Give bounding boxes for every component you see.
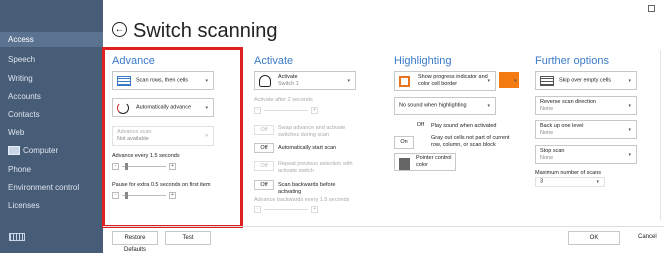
- back-arrow-icon[interactable]: ←: [112, 22, 127, 38]
- reverse-direction-text: Reverse scan direction None: [540, 99, 596, 113]
- sidebar: Access Speech Writing Accounts Contacts …: [0, 0, 103, 253]
- swap-switches-label: Swap advance and activate switches durin…: [278, 125, 346, 138]
- sidebar-item-accounts[interactable]: Accounts: [8, 92, 41, 101]
- sidebar-item-writing[interactable]: Writing: [8, 74, 33, 83]
- activate-switch-value: Switch 1: [278, 80, 299, 87]
- max-scans-label: Maximum number of scans: [535, 170, 602, 176]
- reverse-direction-dropdown[interactable]: Reverse scan direction None ▾: [535, 96, 637, 115]
- swap-switches-toggle[interactable]: Off: [254, 125, 274, 135]
- skip-empty-value: Skip over empty cells: [559, 77, 611, 83]
- activate-switch-label: Activate: [278, 73, 298, 80]
- pointer-color-label: Pointer control color: [416, 155, 452, 168]
- highlighting-section-title: Highlighting: [394, 55, 452, 67]
- activate-after-label: Activate after 2 seconds: [254, 97, 313, 103]
- stop-scan-value: None: [540, 154, 554, 161]
- chevron-down-icon: ▾: [487, 103, 490, 109]
- footer-divider: [103, 226, 664, 227]
- advance-backwards-label: Advance backwards every 1.5 seconds: [254, 197, 350, 203]
- sidebar-item-web[interactable]: Web: [8, 128, 24, 137]
- stop-scan-dropdown[interactable]: Stop scan None ▾: [535, 145, 637, 164]
- repeat-selection-toggle[interactable]: Off: [254, 161, 274, 171]
- chevron-down-icon: ▾: [628, 151, 631, 158]
- chevron-down-icon: ▾: [347, 77, 350, 84]
- sidebar-item-licenses[interactable]: Licenses: [8, 201, 40, 210]
- slider-track: [264, 110, 308, 111]
- skip-empty-dropdown[interactable]: Skip over empty cells ▾: [535, 71, 637, 90]
- sidebar-item-speech[interactable]: Speech: [8, 55, 35, 64]
- progress-indicator-dropdown[interactable]: Show progress indicator and color cell b…: [394, 71, 496, 91]
- back-up-level-label: Back up one level: [540, 122, 584, 129]
- chevron-down-icon: ▾: [628, 126, 631, 133]
- keyboard-icon[interactable]: [9, 233, 25, 241]
- max-scans-dropdown[interactable]: 3 ▾: [535, 177, 605, 187]
- border-color-icon: [399, 76, 410, 87]
- advance-highlight-box: [102, 47, 243, 228]
- highlight-sound-value: No sound when highlighting: [399, 102, 467, 109]
- activate-after-slider[interactable]: - +: [254, 107, 318, 114]
- increase-button[interactable]: +: [311, 107, 318, 114]
- page-title-text: Switch scanning: [133, 20, 278, 42]
- back-up-level-text: Back up one level None: [540, 123, 583, 137]
- auto-start-scan-label: Automatically start scan: [278, 145, 337, 151]
- sidebar-item-access[interactable]: Access: [0, 32, 103, 47]
- play-sound-toggle[interactable]: Off: [394, 121, 427, 131]
- scan-backwards-toggle[interactable]: Off: [254, 180, 274, 190]
- auto-start-scan-toggle[interactable]: Off: [254, 143, 274, 153]
- progress-indicator-value: Show progress indicator and color cell b…: [418, 74, 488, 87]
- highlight-sound-dropdown[interactable]: No sound when highlighting ▾: [394, 97, 496, 115]
- back-up-level-value: None: [540, 129, 554, 136]
- sidebar-item-computer[interactable]: Computer: [8, 146, 59, 156]
- decrease-button[interactable]: -: [254, 107, 261, 114]
- scrollbar-track[interactable]: [660, 50, 661, 220]
- page-title: ← Switch scanning: [112, 20, 278, 43]
- sidebar-item-environment-control[interactable]: Environment control: [8, 183, 79, 192]
- gray-out-label: Gray out cells not part of current row, …: [431, 135, 510, 148]
- activate-switch-text: Activate Switch 1: [278, 74, 299, 88]
- pointer-color-icon: [399, 158, 410, 170]
- sidebar-item-contacts[interactable]: Contacts: [8, 110, 40, 119]
- increase-button[interactable]: +: [311, 206, 318, 213]
- chevron-down-icon: ▾: [628, 77, 631, 84]
- repeat-selection-label: Repeat previous selection with activate …: [278, 161, 353, 174]
- sidebar-item-phone[interactable]: Phone: [8, 165, 31, 174]
- restore-window-icon[interactable]: [648, 5, 655, 12]
- skip-cells-icon: [540, 76, 554, 86]
- chevron-down-icon: ▾: [596, 179, 599, 185]
- restore-defaults-button[interactable]: Restore Defaults: [112, 231, 158, 253]
- test-button[interactable]: Test: [165, 231, 211, 245]
- decrease-button[interactable]: -: [254, 206, 261, 213]
- computer-icon: [8, 146, 20, 156]
- activate-section-title: Activate: [254, 55, 294, 67]
- pointer-color-dropdown[interactable]: Pointer control color: [394, 153, 456, 171]
- chevron-down-icon: ▾: [628, 102, 631, 109]
- chevron-down-icon: ▾: [487, 78, 490, 84]
- chevron-down-icon[interactable]: ▾: [514, 78, 517, 84]
- cancel-button[interactable]: Cancel: [638, 234, 657, 240]
- advance-backwards-slider[interactable]: - +: [254, 206, 318, 213]
- further-options-section-title: Further options: [535, 55, 609, 67]
- gray-out-toggle[interactable]: On: [394, 136, 414, 149]
- ok-button[interactable]: OK: [568, 231, 620, 245]
- reverse-direction-value: None: [540, 105, 554, 112]
- activate-switch-dropdown[interactable]: Activate Switch 1 ▾: [254, 71, 356, 90]
- slider-track: [264, 209, 308, 210]
- back-up-level-dropdown[interactable]: Back up one level None ▾: [535, 120, 637, 139]
- stop-scan-text: Stop scan None: [540, 148, 564, 162]
- stop-scan-label: Stop scan: [540, 147, 565, 154]
- reverse-direction-label: Reverse scan direction: [540, 98, 596, 105]
- max-scans-value: 3: [540, 178, 544, 185]
- scan-backwards-label: Scan backwards before activating: [278, 182, 336, 195]
- switch-icon: [259, 75, 271, 87]
- play-sound-label: Play sound when activated: [431, 123, 497, 129]
- sidebar-item-label: Computer: [23, 146, 59, 155]
